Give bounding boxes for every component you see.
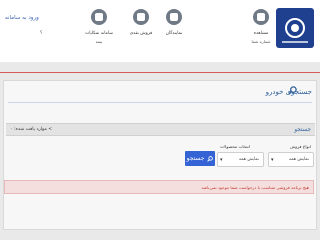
car-icon	[133, 9, 149, 25]
search-button-label: جستجو	[186, 155, 205, 162]
sale-type-label: انواع فروش	[290, 144, 311, 149]
no-results-alert: هیچ برنامه فروشی متناسب با درخواست شما م…	[4, 180, 314, 194]
header-rule	[0, 72, 320, 73]
filter-bar: جستجو موارد یافت شده: ۰ <	[6, 123, 315, 136]
sale-type-select[interactable]: نمایش همه ▾	[268, 152, 314, 167]
search-button[interactable]: جستجو	[185, 151, 215, 166]
nav-item-news[interactable]: مشاهده شماره شما	[244, 9, 278, 44]
page-title: جستجوی خودرو	[265, 88, 312, 96]
chevron-down-icon: ▾	[271, 157, 274, 163]
search-icon	[207, 155, 214, 162]
nav-sub-news: شماره شما	[251, 39, 271, 44]
product-select[interactable]: نمایش همه ▾	[217, 152, 264, 167]
login-link[interactable]: ورود به سامانه	[5, 15, 39, 21]
sale-type-value: نمایش همه	[288, 157, 309, 162]
filter-title: جستجو	[294, 127, 311, 133]
nav-item-complaints[interactable]: سامانه شکایات بیمه	[82, 9, 116, 44]
nav-sub-complaints: بیمه	[95, 39, 103, 44]
circle-icon	[253, 9, 269, 25]
person-desk-icon	[166, 9, 182, 25]
results-count-link[interactable]: موارد یافت شده: ۰ <	[10, 127, 52, 132]
alert-text: هیچ برنامه فروشی متناسب با درخواست شما م…	[201, 185, 309, 190]
nav-label-complaints: سامانه شکایات	[85, 31, 113, 36]
chevron-down-icon: ▾	[220, 157, 223, 163]
logo-core-icon	[291, 24, 299, 32]
nav-label-agencies: نمایندگان	[165, 31, 183, 36]
help-marker: ؟	[40, 31, 43, 36]
nav-label-news: مشاهده	[253, 31, 269, 36]
nav-label-sales: فروش نقدی	[129, 31, 153, 36]
nav-item-agencies[interactable]: نمایندگان	[157, 9, 191, 36]
brand-logo[interactable]	[276, 8, 314, 48]
logo-bar-icon	[282, 41, 308, 43]
title-divider	[8, 102, 312, 103]
top-header: مشاهده شماره شما نمایندگان فروش نقدی سام…	[0, 0, 320, 62]
shield-icon	[91, 9, 107, 25]
product-label: انتخاب محصولات	[220, 144, 250, 149]
nav-item-sales[interactable]: فروش نقدی	[124, 9, 158, 36]
product-value: نمایش همه	[238, 157, 259, 162]
